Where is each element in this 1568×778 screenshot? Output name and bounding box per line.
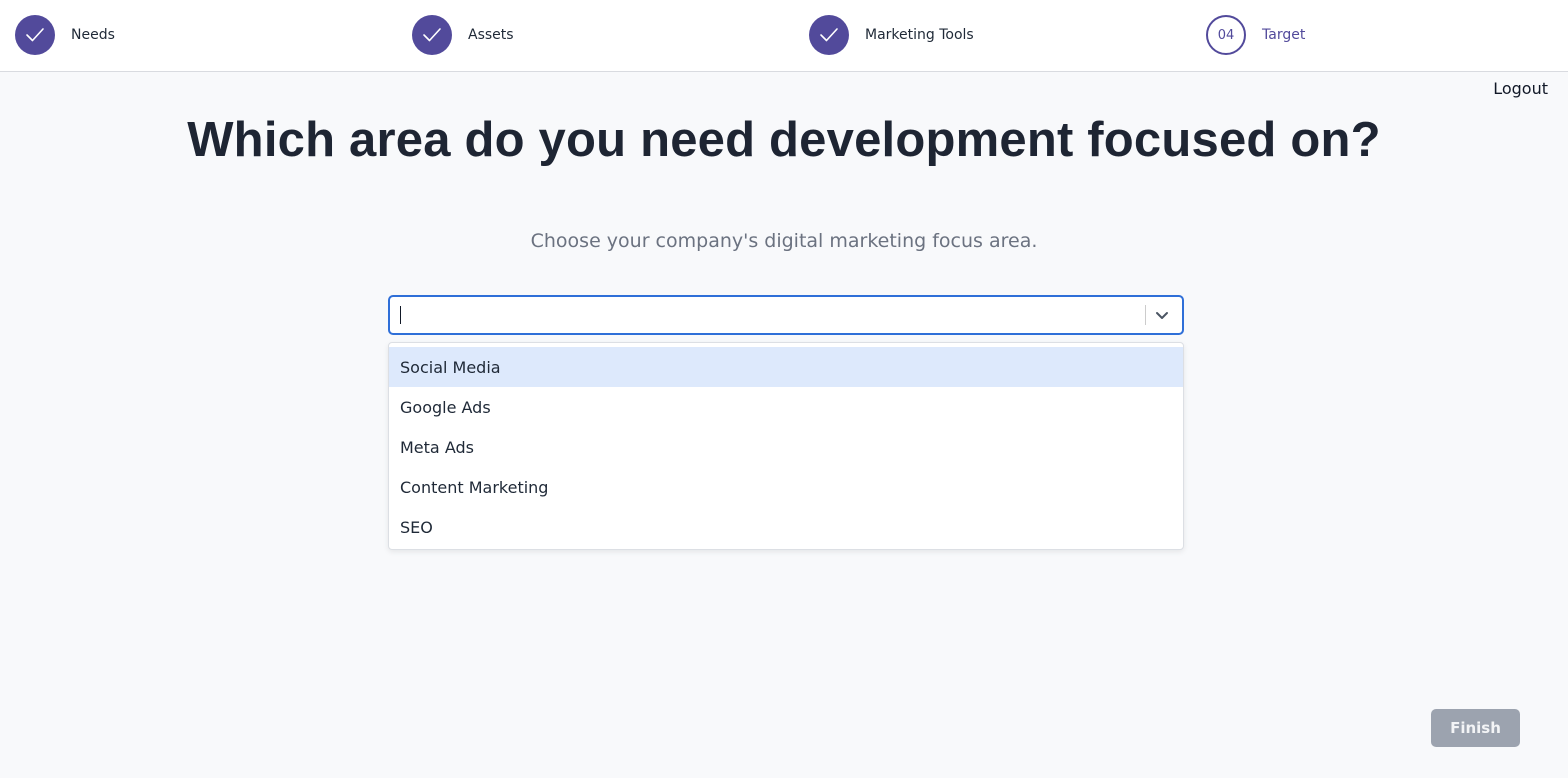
step-label: Assets [468,27,514,43]
step-marketing-tools[interactable]: Marketing Tools [809,15,974,55]
focus-area-select[interactable] [388,295,1184,335]
finish-button[interactable]: Finish [1431,709,1520,747]
text-cursor [400,306,401,324]
step-label: Needs [71,27,115,43]
option-meta-ads[interactable]: Meta Ads [389,427,1183,467]
step-number: 04 [1206,15,1246,55]
step-target[interactable]: 04 Target [1206,15,1305,55]
page-title: Which area do you need development focus… [187,113,1381,167]
option-social-media[interactable]: Social Media [389,347,1183,387]
focus-area-options: Social Media Google Ads Meta Ads Content… [388,342,1184,550]
option-google-ads[interactable]: Google Ads [389,387,1183,427]
progress-stepper: Needs Assets Marketing Tools 04 Target [0,0,1568,72]
step-assets[interactable]: Assets [412,15,514,55]
page-subtitle: Choose your company's digital marketing … [530,230,1038,252]
option-content-marketing[interactable]: Content Marketing [389,467,1183,507]
check-icon [412,15,452,55]
check-icon [15,15,55,55]
step-label: Marketing Tools [865,27,974,43]
check-icon [809,15,849,55]
step-label: Target [1262,27,1306,43]
chevron-down-icon[interactable] [1150,303,1174,327]
option-seo[interactable]: SEO [389,507,1183,547]
select-divider [1145,305,1146,325]
step-needs[interactable]: Needs [15,15,115,55]
logout-link[interactable]: Logout [1493,79,1548,98]
